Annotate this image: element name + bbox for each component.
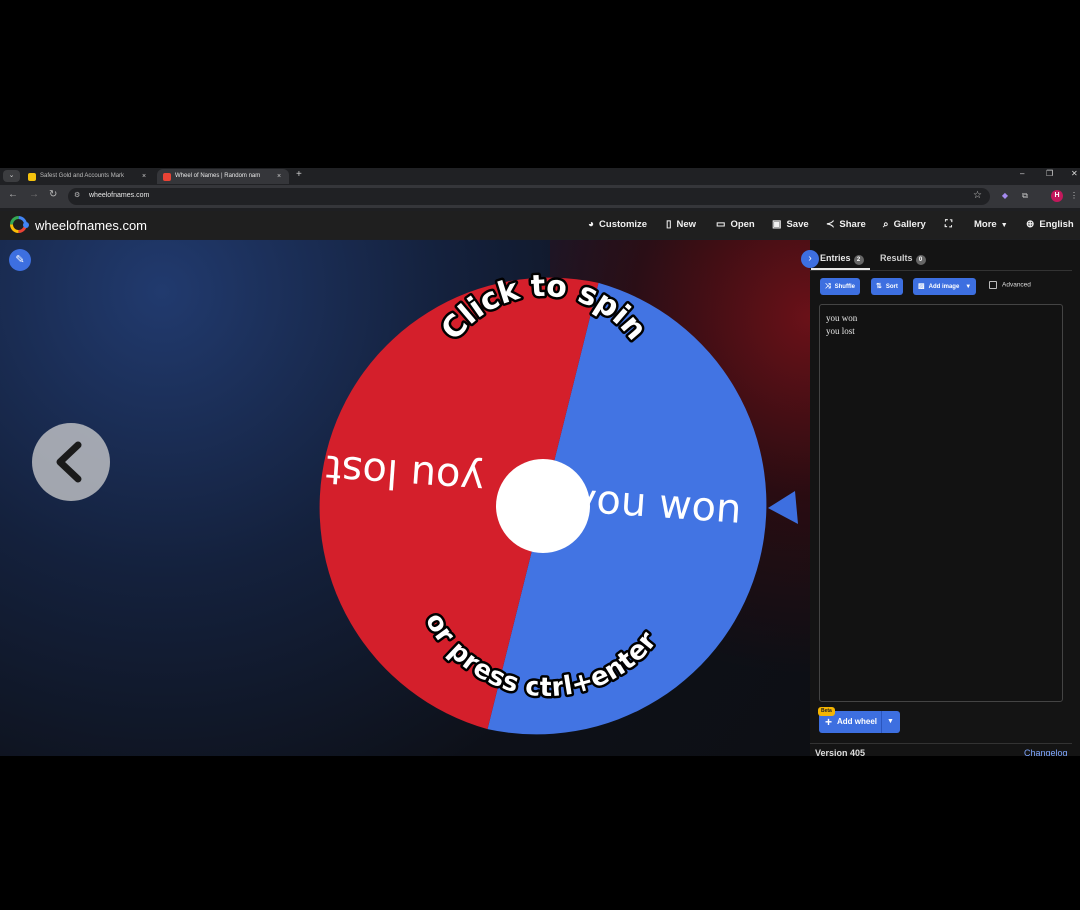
search-icon: ⌕ xyxy=(883,219,889,230)
save-button[interactable]: ▣ Save xyxy=(772,219,809,230)
reload-icon[interactable]: ↻ xyxy=(49,189,57,200)
edit-pencil-icon[interactable]: ✎ xyxy=(9,249,31,271)
fullscreen-button[interactable]: ⛶ xyxy=(945,219,957,230)
site-info-icon[interactable]: ⚙ xyxy=(74,191,80,199)
open-label: Open xyxy=(730,219,755,230)
chevron-left-icon xyxy=(56,441,82,483)
browser-tab-2-title: Wheel of Names | Random nam xyxy=(175,173,261,179)
browser-tab-2[interactable]: Wheel of Names | Random nam × xyxy=(157,169,289,184)
tab-search-chevron-icon[interactable]: ⌄ xyxy=(3,170,20,182)
site-title[interactable]: wheelofnames.com xyxy=(35,218,147,233)
gallery-label: Gallery xyxy=(893,219,926,230)
extension-icon[interactable]: ◆ xyxy=(999,190,1011,202)
tab-entries-label: Entries xyxy=(820,253,851,263)
browser-tab-strip: ⌄ Safest Gold and Accounts Mark × Wheel o… xyxy=(0,168,1080,185)
beta-badge: Beta xyxy=(818,707,835,716)
tab-entries[interactable]: Entries 2 xyxy=(820,253,864,265)
back-icon[interactable]: ← xyxy=(8,189,18,200)
version-text: Version 405 xyxy=(815,748,866,756)
footer-divider xyxy=(810,743,1072,744)
minimize-icon[interactable]: – xyxy=(1020,169,1024,178)
bookmark-star-icon[interactable]: ☆ xyxy=(973,190,982,201)
extensions-puzzle-icon[interactable]: ⧉ xyxy=(1019,190,1031,202)
browser-tab-1[interactable]: Safest Gold and Accounts Mark × xyxy=(22,169,154,184)
sort-icon: ⇅ xyxy=(876,283,882,290)
wheel-pointer-icon xyxy=(768,491,798,524)
entry-line: you lost xyxy=(826,326,855,336)
palette-icon: ◕ xyxy=(588,219,595,230)
language-label: English xyxy=(1039,219,1074,230)
close-icon[interactable]: × xyxy=(142,169,146,184)
wheel[interactable]: you won you lost Click to spin or press … xyxy=(0,240,810,756)
open-button[interactable]: ▭ Open xyxy=(716,219,755,230)
add-image-button[interactable]: ▨ Add image ▼ xyxy=(913,278,977,295)
checkbox-icon xyxy=(989,281,997,289)
shuffle-label: Shuffle xyxy=(834,284,855,290)
share-icon: ≺ xyxy=(826,219,835,230)
file-icon: ▯ xyxy=(666,219,672,230)
new-tab-button[interactable]: + xyxy=(296,169,302,180)
chevron-down-icon: ▼ xyxy=(1000,222,1008,229)
entry-line: you won xyxy=(826,313,858,323)
advanced-label: Advanced xyxy=(1002,281,1031,289)
add-wheel-label: Add wheel xyxy=(837,717,878,726)
image-icon: ▨ xyxy=(918,283,925,290)
tab-results-label: Results xyxy=(880,253,913,263)
site-header: wheelofnames.com ◕ Customize ▯ New ▭ Open ▣… xyxy=(0,211,1080,239)
wheel-stage: ✎ you won you lost Click to spin or pres… xyxy=(0,240,810,756)
tab-divider xyxy=(810,270,1072,271)
sort-button[interactable]: ⇅ Sort xyxy=(871,278,903,295)
language-button[interactable]: ⊕ English xyxy=(1026,219,1074,230)
share-label: Share xyxy=(839,219,866,230)
customize-label: Customize xyxy=(599,219,648,230)
changelog-link[interactable]: Changelog xyxy=(1024,748,1068,756)
plus-icon: + xyxy=(825,715,833,729)
restore-icon[interactable]: ❐ xyxy=(1046,169,1053,178)
shuffle-icon: ⤨ xyxy=(825,283,831,290)
browser-tab-1-title: Safest Gold and Accounts Mark xyxy=(40,173,125,179)
save-label: Save xyxy=(786,219,809,230)
window-close-icon[interactable]: ✕ xyxy=(1071,169,1078,178)
save-icon: ▣ xyxy=(772,219,782,230)
profile-avatar[interactable]: H xyxy=(1051,190,1063,202)
shuffle-button[interactable]: ⤨ Shuffle xyxy=(820,278,860,295)
share-button[interactable]: ≺ Share xyxy=(826,219,866,230)
new-button[interactable]: ▯ New xyxy=(666,219,696,230)
results-count-badge: 0 xyxy=(915,255,926,265)
split-divider xyxy=(881,711,882,733)
gallery-button[interactable]: ⌕ Gallery xyxy=(883,219,926,230)
advanced-checkbox[interactable]: Advanced xyxy=(989,281,1031,289)
forward-icon[interactable]: → xyxy=(29,189,39,200)
url-text: wheelofnames.com xyxy=(89,192,150,199)
folder-icon: ▭ xyxy=(716,219,726,230)
collapse-panel-chevron-icon[interactable]: › xyxy=(801,250,819,268)
entries-count-badge: 2 xyxy=(853,255,864,265)
sort-label: Sort xyxy=(885,284,898,290)
previous-wheel-button[interactable] xyxy=(32,423,110,501)
entries-textarea[interactable]: you won you lost xyxy=(819,304,1063,702)
browser-menu-icon[interactable]: ⋮ xyxy=(1068,190,1080,202)
close-icon[interactable]: × xyxy=(277,169,281,184)
more-label: More xyxy=(974,219,997,230)
fullscreen-icon: ⛶ xyxy=(945,219,952,230)
more-button[interactable]: More ▼ xyxy=(974,219,1008,230)
new-label: New xyxy=(676,219,697,230)
tab-favicon-icon xyxy=(28,172,36,181)
address-bar[interactable]: ⚙ wheelofnames.com ☆ xyxy=(68,188,990,205)
wheel-center[interactable] xyxy=(496,459,590,553)
wheelofnames-logo-icon[interactable] xyxy=(10,216,30,233)
chevron-down-icon: ▼ xyxy=(965,284,972,290)
tab-favicon-icon xyxy=(163,172,171,181)
chevron-down-icon[interactable]: ▼ xyxy=(887,711,894,733)
tab-results[interactable]: Results 0 xyxy=(880,253,926,265)
entries-panel: › Entries 2 Results 0 ⤨ Shuffle ⇅ Sort ▨ Add … xyxy=(801,240,1080,756)
globe-icon: ⊕ xyxy=(1026,219,1035,230)
screen: ⌄ Safest Gold and Accounts Mark × Wheel o… xyxy=(0,168,1080,756)
customize-button[interactable]: ◕ Customize xyxy=(588,219,647,230)
add-image-label: Add image xyxy=(928,284,960,290)
browser-toolbar: ← → ↻ ⚙ wheelofnames.com ☆ ◆ ⧉ H ⋮ xyxy=(0,185,1080,208)
